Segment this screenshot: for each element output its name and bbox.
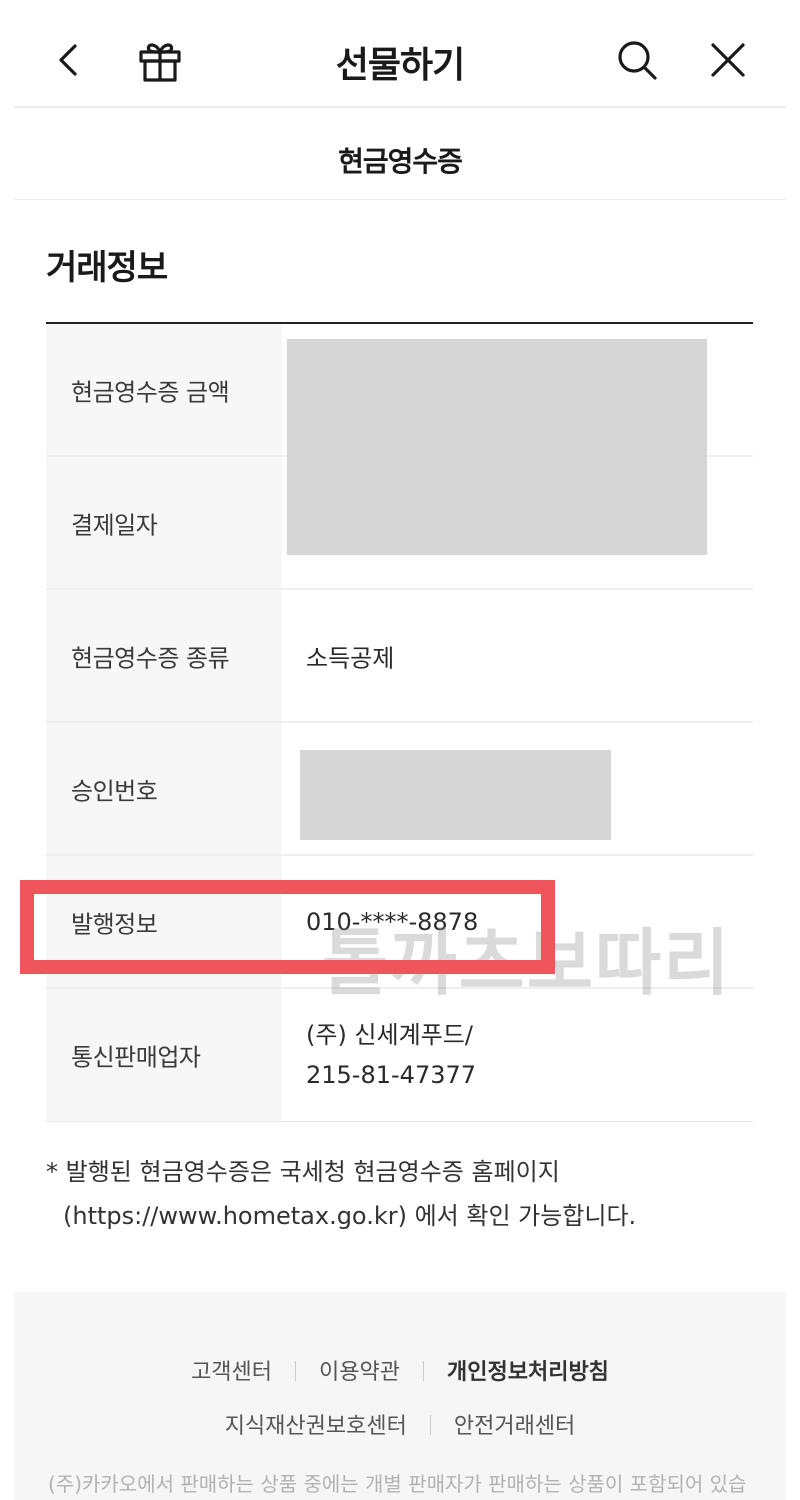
search-button[interactable]	[607, 30, 667, 90]
gift-button[interactable]	[130, 30, 190, 90]
footer-link-ip-protection[interactable]: 지식재산권보호센터	[225, 1414, 407, 1439]
hometax-note: * 발행된 현금영수증은 국세청 현금영수증 홈페이지 (https://www…	[46, 1150, 766, 1238]
redaction-block	[300, 750, 611, 840]
seller-registration-number: 215-81-47377	[306, 1061, 477, 1089]
footer: 고객센터 이용약관 개인정보처리방침 지식재산권보호센터 안전거래센터 (주)카…	[14, 1292, 786, 1500]
footer-link-customer-center[interactable]: 고객센터	[191, 1360, 272, 1385]
close-button[interactable]	[698, 30, 758, 90]
row-label: 통신판매업자	[71, 1043, 201, 1072]
close-icon	[711, 43, 745, 77]
chevron-left-icon	[59, 44, 77, 76]
subheader-title: 현금영수증	[338, 145, 463, 178]
redaction-block	[287, 339, 707, 555]
row-label: 결제일자	[71, 511, 158, 539]
row-value: 010-****-8878	[306, 907, 479, 936]
table-row: 현금영수증 종류 소득공제	[46, 590, 753, 723]
note-line: * 발행된 현금영수증은 국세청 현금영수증 홈페이지	[46, 1158, 560, 1186]
table-row: 발행정보 010-****-8878	[46, 856, 753, 989]
footer-link-privacy[interactable]: 개인정보처리방침	[447, 1360, 609, 1385]
table-row: 통신판매업자 (주) 신세계푸드/ 215-81-47377	[46, 989, 753, 1122]
note-line: (https://www.hometax.go.kr) 에서 확인 가능합니다.	[63, 1202, 637, 1230]
row-value: 소득공제	[306, 644, 395, 672]
row-label: 승인번호	[71, 777, 158, 805]
separator	[423, 1361, 424, 1381]
subheader: 현금영수증	[0, 108, 800, 200]
footer-disclaimer: (주)카카오에서 판매하는 상품 중에는 개별 판매자가 판매하는 상품이 포함…	[48, 1472, 747, 1496]
row-label: 현금영수증 종류	[71, 644, 230, 672]
section-title: 거래정보	[46, 248, 168, 288]
footer-link-terms[interactable]: 이용약관	[319, 1360, 400, 1385]
seller-name: (주) 신세계푸드/	[306, 1021, 473, 1049]
subheader-divider	[14, 199, 786, 200]
gift-icon	[139, 43, 181, 82]
search-icon	[618, 41, 657, 80]
row-label: 현금영수증 금액	[71, 378, 230, 406]
row-value: (주) 신세계푸드/ 215-81-47377	[306, 1015, 476, 1095]
separator	[429, 1415, 431, 1435]
back-button[interactable]	[40, 30, 100, 90]
top-bar: 선물하기	[0, 0, 800, 108]
footer-link-safe-trade[interactable]: 안전거래센터	[454, 1414, 575, 1439]
page-title: 선물하기	[335, 45, 465, 86]
separator	[295, 1361, 297, 1381]
row-label: 발행정보	[71, 910, 158, 938]
